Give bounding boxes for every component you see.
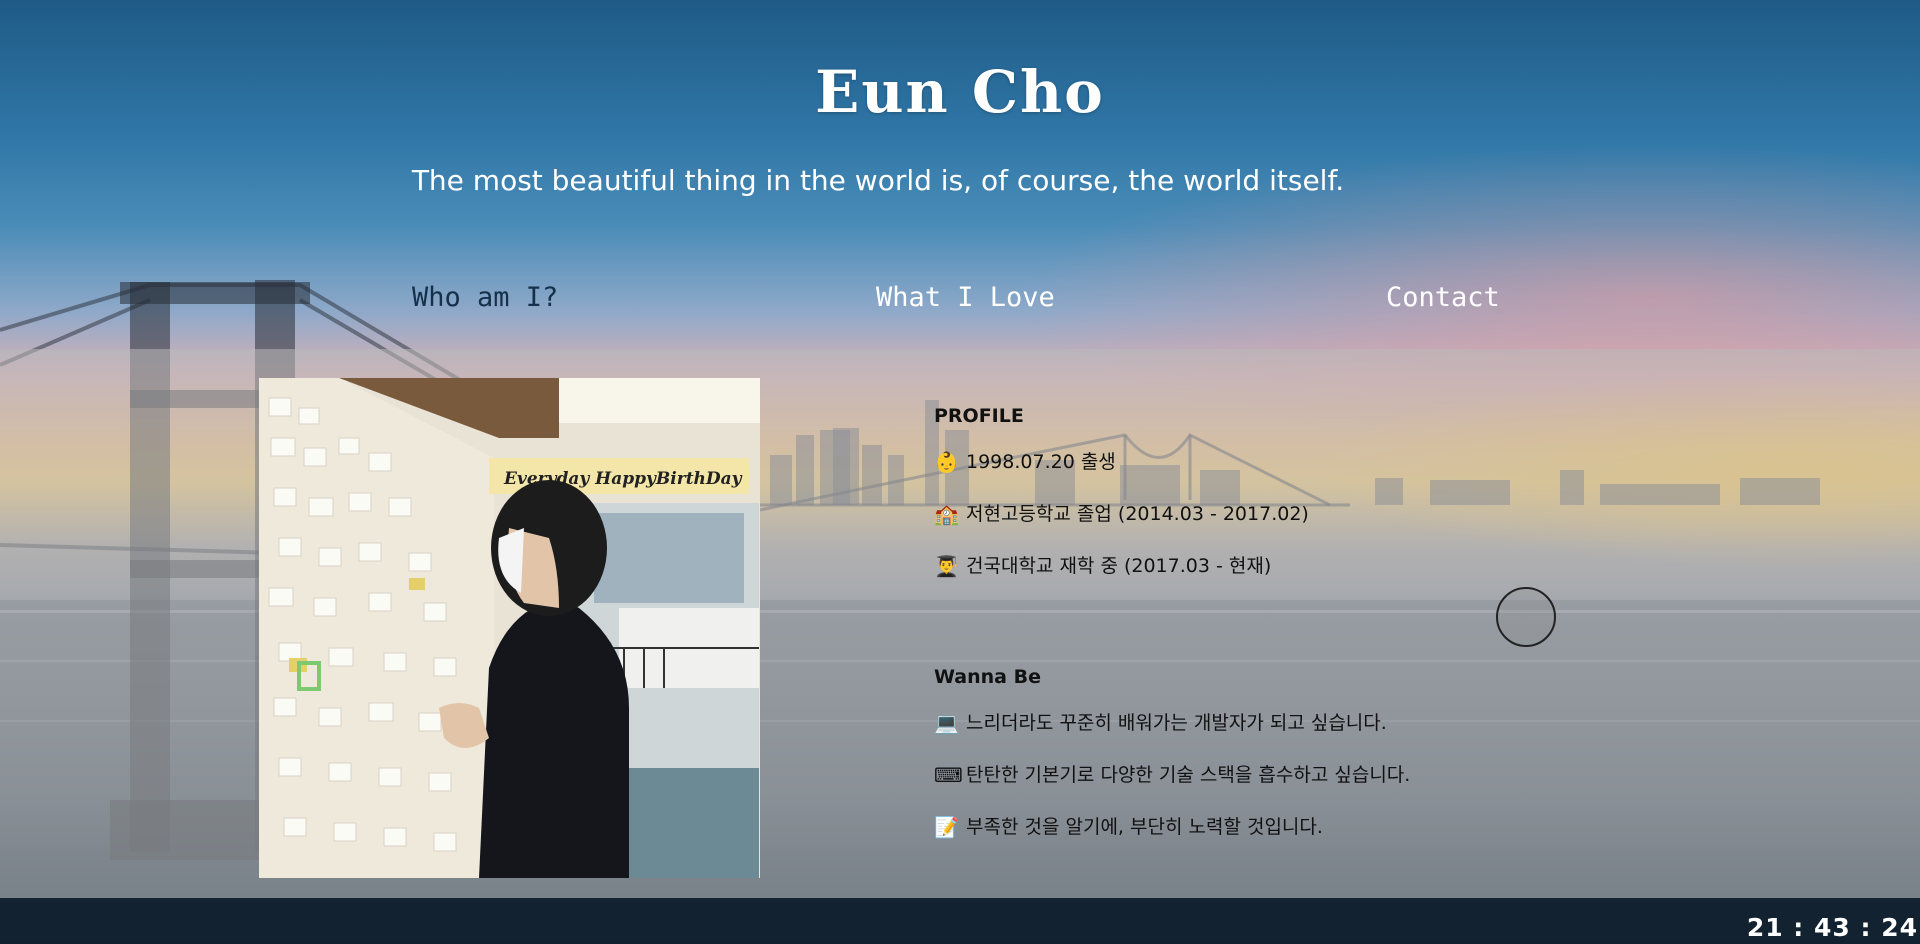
tagline: The most beautiful thing in the world is… [411,164,1345,197]
profile-item: 🏫 저현고등학교 졸업 (2014.03 - 2017.02) [934,499,1734,551]
profile-item-text: 저현고등학교 졸업 (2014.03 - 2017.02) [966,503,1309,525]
wanna-be-item-text: 탄탄한 기본기로 다양한 기술 스택을 흡수하고 싶습니다. [966,764,1411,786]
main-nav: Who am I? What I Love Contact [0,282,1920,322]
school-icon: 🏫 [934,502,959,526]
wanna-be-item: ⌨ 탄탄한 기본기로 다양한 기술 스택을 흡수하고 싶습니다. [934,760,1734,812]
cursor-circle [1496,587,1556,647]
wanna-be-item: 💻 느리더라도 꾸준히 배워가는 개발자가 되고 싶습니다. [934,708,1734,760]
baby-icon: 👶 [934,450,959,474]
wanna-be-title: Wanna Be [934,666,1041,688]
wanna-be-item: 📝 부족한 것을 알기에, 부단히 노력할 것입니다. [934,812,1734,864]
clock: 21 : 43 : 24 [1746,913,1918,942]
profile-photo: Everyday HappyBirthDay [259,378,760,878]
nav-who-am-i[interactable]: Who am I? [412,282,558,313]
laptop-icon: 💻 [934,711,959,735]
profile-title: PROFILE [934,405,1024,427]
profile-photo-illustration: Everyday HappyBirthDay [259,378,760,878]
page: Eun Cho The most beautiful thing in the … [0,0,1920,944]
nav-contact[interactable]: Contact [1386,282,1500,313]
site-title: Eun Cho [815,58,1105,126]
wanna-be-item-text: 느리더라도 꾸준히 배워가는 개발자가 되고 싶습니다. [966,712,1387,734]
keyboard-icon: ⌨ [934,763,963,787]
profile-item: 👶 1998.07.20 출생 [934,447,1734,499]
profile-item-text: 1998.07.20 출생 [966,451,1116,473]
profile-info: PROFILE 👶 1998.07.20 출생 🏫 저현고등학교 졸업 (201… [934,405,1734,864]
profile-item-text: 건국대학교 재학 중 (2017.03 - 현재) [966,555,1272,577]
nav-what-i-love[interactable]: What I Love [876,282,1055,313]
wanna-be-item-text: 부족한 것을 알기에, 부단히 노력할 것입니다. [966,816,1323,838]
graduate-icon: 👨‍🎓 [934,554,959,578]
profile-item: 👨‍🎓 건국대학교 재학 중 (2017.03 - 현재) [934,551,1734,603]
memo-icon: 📝 [934,815,959,839]
